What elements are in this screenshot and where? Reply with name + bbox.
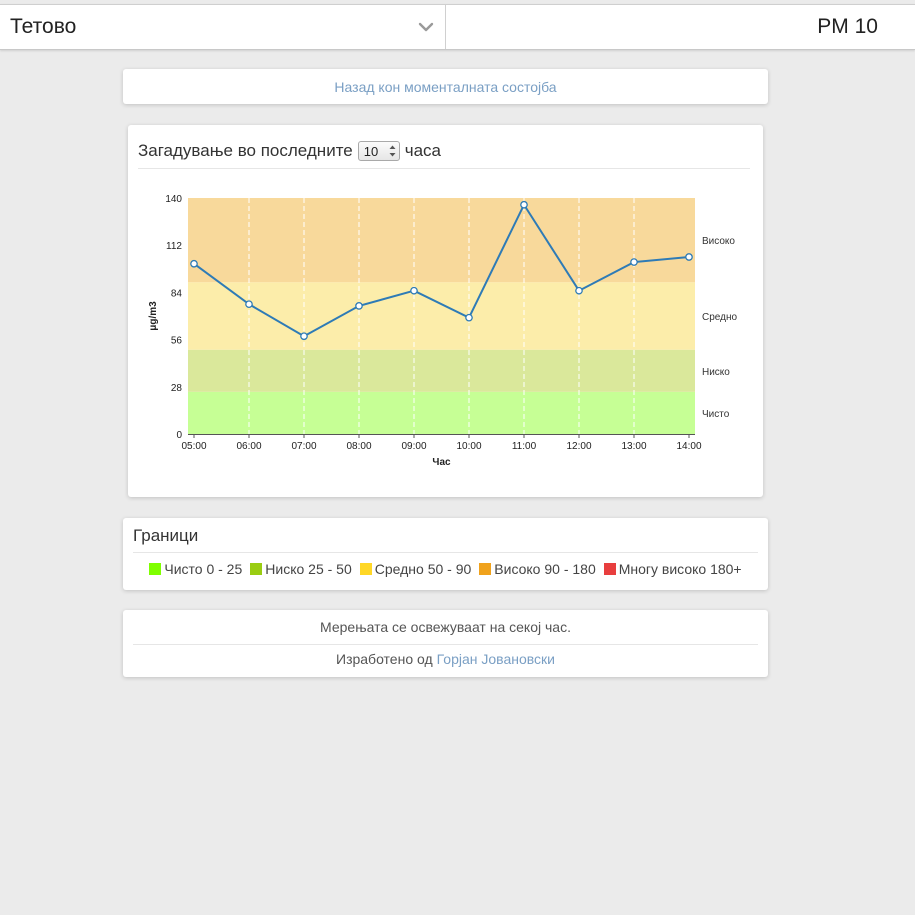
footer-card: Мерењата се освежуваат на секој час. Изр… [123,610,768,677]
credits: Изработено од Горјан Јовановски [133,645,758,673]
band-label: Ниско [702,367,730,378]
x-tick-label: 14:00 [676,441,701,452]
chevron-down-icon [418,22,434,32]
parameter-select[interactable]: PM 10 [446,5,915,49]
pollution-line-chart: Чисто Ниско Средно Високо 0 28 56 84 112 140 05:00… [148,194,737,468]
y-tick-label: 56 [171,336,183,347]
x-tick-label: 08:00 [346,441,371,452]
legend-swatch [479,563,492,575]
y-tick-label: 28 [171,383,183,394]
limits-title: Граници [133,526,758,553]
chart-card: Загадување во последните 10 часа Чисто Ни… [128,125,763,497]
data-point [685,253,693,261]
data-point [520,200,528,209]
x-tick-label: 11:00 [512,441,537,452]
legend-label: Чисто 0 - 25 [164,561,243,577]
city-select[interactable]: Тетово [0,5,446,49]
data-point [300,332,308,341]
legend-item: Средно 50 - 90 [359,561,472,577]
x-tick-label: 10:00 [456,441,481,452]
x-tick-label: 09:00 [401,441,426,452]
band-label: Средно [702,312,737,323]
y-axis-label: μg/m3 [148,301,159,331]
x-axis-label: Час [432,457,451,468]
legend-swatch [250,563,263,575]
made-by-label: Изработено од [336,651,433,667]
top-bar: Тетово PM 10 [0,4,915,50]
legend-swatch [149,563,162,575]
data-point [575,286,583,295]
data-point [245,300,253,309]
x-tick-label: 05:00 [181,441,206,452]
legend-item: Високо 90 - 180 [479,561,596,577]
back-to-current-link[interactable]: Назад кон моменталната состојба [334,79,556,95]
back-card: Назад кон моменталната состојба [123,69,768,104]
data-point [465,313,473,322]
legend-label: Ниско 25 - 50 [265,561,352,577]
x-tick-label: 12:00 [566,441,591,452]
data-point [190,259,198,268]
legend-item: Чисто 0 - 25 [149,561,242,577]
author-link[interactable]: Горјан Јовановски [437,651,555,667]
legend-swatch [359,563,372,575]
legend-item: Многу високо 180+ [603,561,742,577]
legend-item: Ниско 25 - 50 [250,561,352,577]
y-tick-label: 0 [176,430,182,441]
y-tick-label: 84 [171,288,183,299]
y-tick-label: 140 [165,194,182,205]
x-tick-label: 06:00 [236,441,261,452]
data-point [410,286,418,295]
band-2 [188,282,695,350]
legend-swatch [603,563,616,575]
data-point [355,302,363,310]
legend-label: Средно 50 - 90 [374,561,472,577]
band-0 [188,391,695,434]
band-1 [188,349,695,392]
refresh-note: Мерењата се освежуваат на секој час. [133,610,758,645]
data-point [630,258,638,266]
legend-label: Високо 90 - 180 [494,561,596,577]
parameter-value: PM 10 [817,15,878,38]
band-label: Чисто [702,409,730,420]
limits-card: Граници Чисто 0 - 25 Ниско 25 - 50 Средно … [123,518,768,590]
x-tick-label: 07:00 [291,441,316,452]
y-tick-label: 112 [166,241,182,252]
legend-label: Многу високо 180+ [618,561,742,577]
band-label: Високо [702,236,735,247]
x-tick-label: 13:00 [621,441,646,452]
city-select-value: Тетово [10,15,77,38]
limits-legend: Чисто 0 - 25 Ниско 25 - 50 Средно 50 - 90 В… [123,561,768,577]
